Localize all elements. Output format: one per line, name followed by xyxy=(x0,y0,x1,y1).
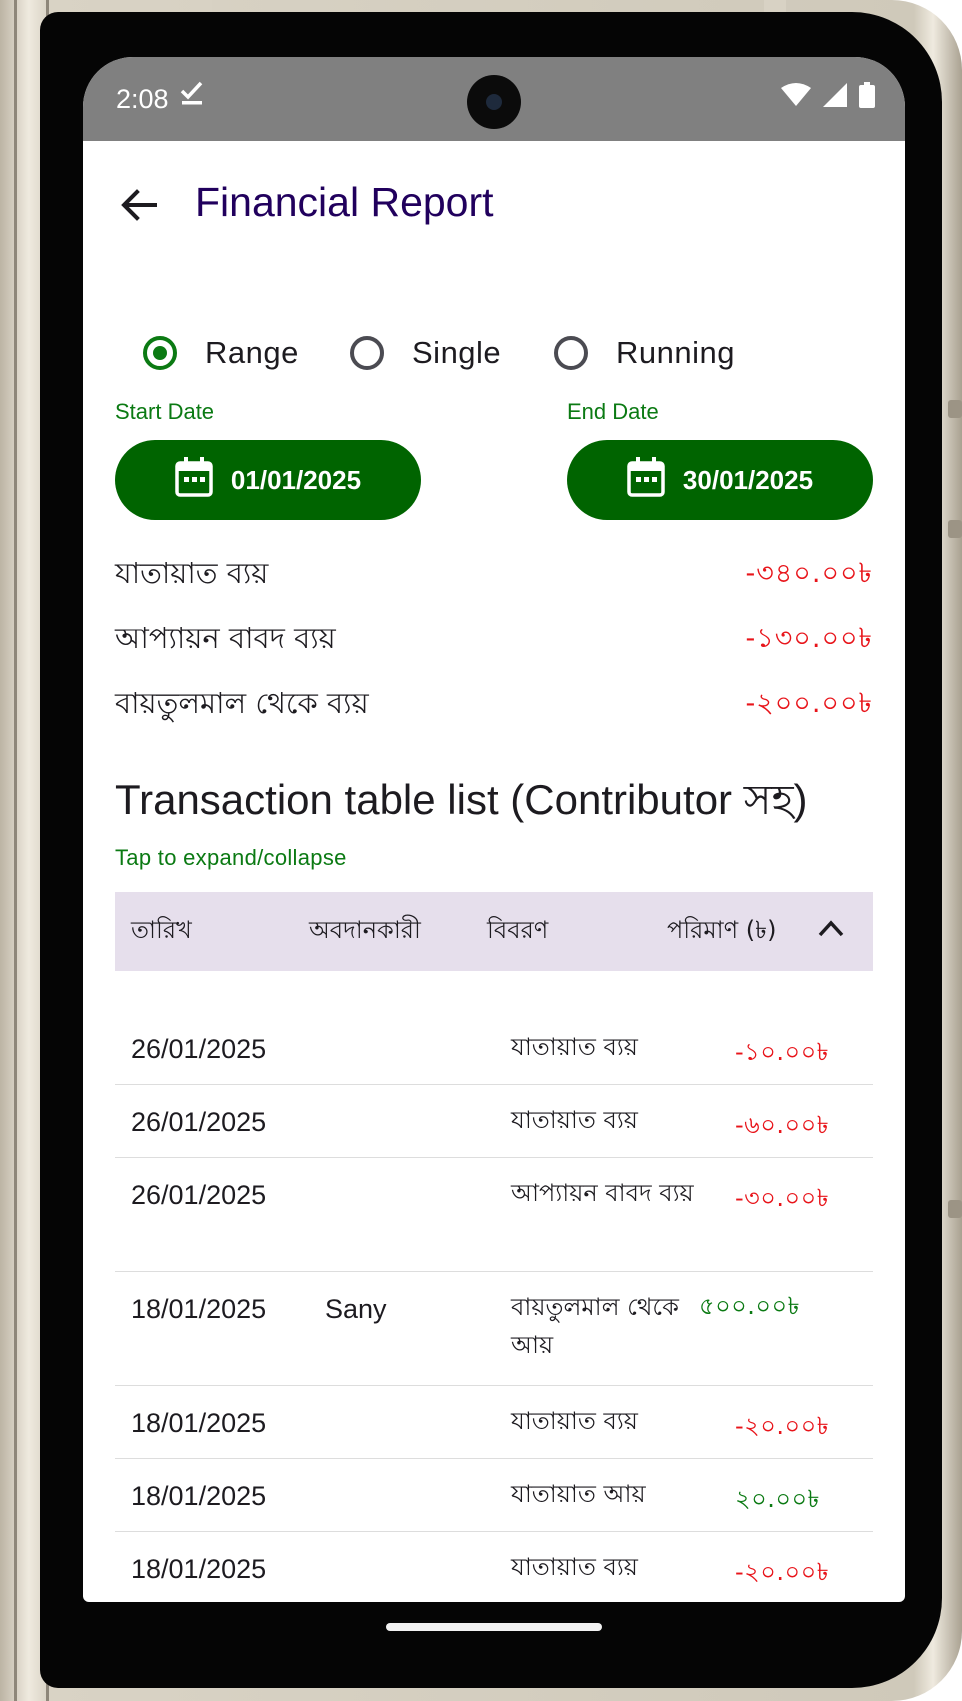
table-row[interactable]: 26/01/2025 যাতায়াত ব্যয় -৬০.০০৳ xyxy=(115,1085,873,1158)
table-row[interactable]: 26/01/2025 যাতায়াত ব্যয় -১০.০০৳ xyxy=(115,1012,873,1085)
table-body: 26/01/2025 যাতায়াত ব্যয় -১০.০০৳ 26/01/… xyxy=(115,1012,873,1602)
side-button xyxy=(948,1200,962,1218)
table-row[interactable]: 18/01/2025 যাতায়াত আয় ২০.০০৳ xyxy=(115,1459,873,1532)
radio-label: Range xyxy=(205,335,299,370)
end-date-value: 30/01/2025 xyxy=(682,464,814,495)
status-bar: 2:08 xyxy=(83,57,905,141)
cell-description: আপ্যায়ন বাবদ ব্যয় xyxy=(511,1179,694,1207)
status-icons xyxy=(781,82,875,112)
side-button xyxy=(948,400,962,418)
cell-description: যাতায়াত ব্যয় xyxy=(511,1033,638,1061)
start-date-label: Start Date xyxy=(115,399,215,424)
cell-description: যাতায়াত ব্যয় xyxy=(511,1407,638,1435)
phone-screen: 2:08 Financial Report Range Single Runni… xyxy=(83,57,905,1602)
summary-label: বায়তুলমাল থেকে ব্যয় xyxy=(115,686,369,720)
cell-date: 26/01/2025 xyxy=(131,1180,267,1210)
check-icon xyxy=(179,79,205,114)
cell-date: 18/01/2025 xyxy=(131,1554,267,1584)
cell-amount: ২০.০০৳ xyxy=(735,1485,821,1513)
radio-unselected-icon[interactable] xyxy=(554,336,588,370)
battery-icon xyxy=(859,82,875,112)
gesture-nav-bar[interactable] xyxy=(386,1623,602,1631)
cell-date: 18/01/2025 xyxy=(131,1408,267,1438)
cell-contributor: Sany xyxy=(325,1294,387,1324)
cell-date: 18/01/2025 xyxy=(131,1481,267,1511)
start-date-button[interactable]: 01/01/2025 xyxy=(115,440,421,520)
page-title: Financial Report xyxy=(195,179,494,225)
end-date-label: End Date xyxy=(567,399,659,424)
back-arrow-icon[interactable] xyxy=(119,185,159,225)
cell-description: যাতায়াত ব্যয় xyxy=(511,1106,638,1134)
summary-row: আপ্যায়ন বাবদ ব্যয় -১৩০.০০৳ xyxy=(115,616,873,666)
camera-cutout xyxy=(467,75,521,129)
cell-date: 26/01/2025 xyxy=(131,1107,267,1137)
column-header-amount: পরিমাণ (৳) xyxy=(667,916,777,944)
summary-value: -২০০.০০৳ xyxy=(745,688,873,719)
table-hint: Tap to expand/collapse xyxy=(115,845,347,870)
cell-description: যাতায়াত ব্যয় xyxy=(511,1553,638,1581)
table-row[interactable]: 26/01/2025 আপ্যায়ন বাবদ ব্যয় -৩০.০০৳ xyxy=(115,1158,873,1272)
cell-description: যাতায়াত আয় xyxy=(511,1480,646,1508)
cell-amount: -২০.০০৳ xyxy=(735,1558,830,1586)
column-header-description: বিবরণ xyxy=(487,916,549,944)
table-title: Transaction table list (Contributor সহ) xyxy=(115,776,808,823)
summary-row: বায়তুলমাল থেকে ব্যয় -২০০.০০৳ xyxy=(115,681,873,731)
start-date-value: 01/01/2025 xyxy=(230,464,362,495)
signal-icon xyxy=(823,83,847,111)
calendar-icon xyxy=(627,456,665,504)
column-header-contributor: অবদানকারী xyxy=(309,916,421,944)
wifi-icon xyxy=(781,83,811,111)
status-time: 2:08 xyxy=(116,84,169,114)
calendar-icon xyxy=(175,456,213,504)
cell-amount: -৬০.০০৳ xyxy=(735,1111,830,1139)
end-date-button[interactable]: 30/01/2025 xyxy=(567,440,873,520)
radio-range[interactable]: Range xyxy=(143,330,299,376)
table-row[interactable]: 18/01/2025 যাতায়াত ব্যয় -২০.০০৳ xyxy=(115,1386,873,1459)
summary-label: আপ্যায়ন বাবদ ব্যয় xyxy=(115,621,336,655)
side-button xyxy=(948,520,962,538)
radio-label: Running xyxy=(616,335,735,370)
table-row[interactable]: 18/01/2025 যাতায়াত ব্যয় -২০.০০৳ xyxy=(115,1532,873,1602)
table-row[interactable]: 18/01/2025 Sany বায়তুলমাল থেকে আয় ৫০০.… xyxy=(115,1272,873,1386)
chevron-up-icon[interactable] xyxy=(817,918,845,938)
cell-description: বায়তুলমাল থেকে আয় xyxy=(511,1293,679,1359)
radio-single[interactable]: Single xyxy=(350,330,501,376)
summary-value: -১৩০.০০৳ xyxy=(745,623,873,654)
table-header[interactable]: তারিখ অবদানকারী বিবরণ পরিমাণ (৳) xyxy=(115,892,873,971)
radio-selected-icon[interactable] xyxy=(143,336,177,370)
summary-row: যাতায়াত ব্যয় -৩৪০.০০৳ xyxy=(115,551,873,601)
summary-value: -৩৪০.০০৳ xyxy=(745,558,873,589)
hinge-line xyxy=(14,0,17,1701)
cell-amount: ৫০০.০০৳ xyxy=(699,1292,801,1320)
radio-unselected-icon[interactable] xyxy=(350,336,384,370)
column-header-date: তারিখ xyxy=(131,916,192,944)
cell-amount: -১০.০০৳ xyxy=(735,1038,830,1066)
cell-amount: -৩০.০০৳ xyxy=(735,1184,830,1212)
radio-running[interactable]: Running xyxy=(554,330,735,376)
cell-date: 26/01/2025 xyxy=(131,1034,267,1064)
summary-label: যাতায়াত ব্যয় xyxy=(115,556,269,590)
cell-amount: -২০.০০৳ xyxy=(735,1412,830,1440)
cell-date: 18/01/2025 xyxy=(131,1294,267,1324)
radio-label: Single xyxy=(412,335,502,370)
